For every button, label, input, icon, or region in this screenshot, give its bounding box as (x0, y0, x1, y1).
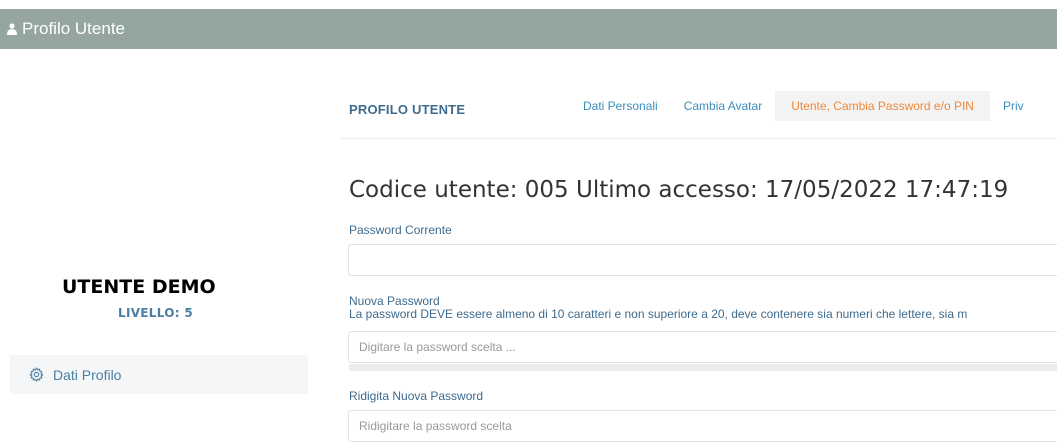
sidebar-item-label: Dati Profilo (53, 366, 122, 383)
user-code-heading: Codice utente: 005 Ultimo accesso: 17/05… (349, 177, 1009, 203)
repeat-password-input[interactable] (348, 410, 1057, 442)
divider (340, 138, 1057, 139)
new-password-input[interactable] (348, 331, 1057, 363)
tab-cambia-avatar[interactable]: Cambia Avatar (671, 91, 776, 121)
current-password-label: Password Corrente (349, 223, 452, 237)
header-title: Profilo Utente (22, 19, 125, 38)
password-rules-text: La password DEVE essere almeno di 10 car… (349, 307, 968, 321)
new-password-label: Nuova Password (349, 294, 440, 308)
panel-title: PROFILO UTENTE (349, 102, 466, 117)
user-name: UTENTE DEMO (62, 276, 216, 298)
sidebar-item-dati-profilo[interactable]: Dati Profilo (10, 355, 308, 394)
gear-icon (29, 367, 44, 382)
user-level: LIVELLO: 5 (118, 306, 193, 320)
profile-tabs: Dati Personali Cambia Avatar Utente, Cam… (570, 91, 1037, 121)
tab-dati-personali[interactable]: Dati Personali (570, 91, 671, 121)
password-strength-bar (349, 364, 1057, 371)
current-password-input[interactable] (348, 244, 1057, 276)
user-icon (7, 23, 17, 35)
tab-cambia-password[interactable]: Utente, Cambia Password e/o PIN (775, 91, 990, 121)
header-bar: Profilo Utente (0, 9, 1057, 49)
tab-privacy[interactable]: Priv (990, 91, 1037, 121)
repeat-password-label: Ridigita Nuova Password (349, 389, 484, 403)
